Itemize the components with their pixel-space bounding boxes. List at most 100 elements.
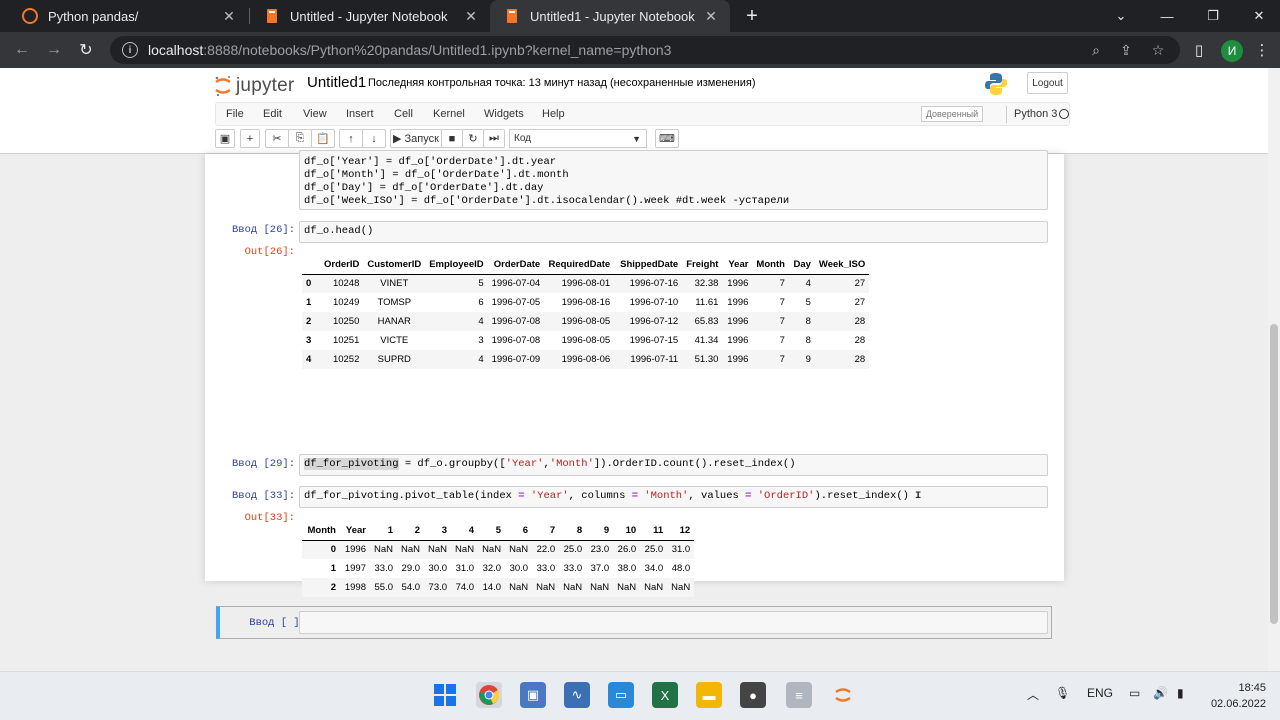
remote-desktop-icon[interactable]: ▣ [520,682,546,708]
table-cell: SUPRD [377,354,411,365]
notebook-name[interactable]: Untitled1 [307,74,366,91]
table-cell: 28 [854,354,866,365]
column-header: RequiredDate [544,255,615,275]
scrollbar-thumb[interactable] [1270,324,1278,624]
tab-python-pandas[interactable]: Python pandas/ ✕ [8,0,248,32]
menu-insert[interactable]: Insert [346,108,374,120]
insert-cell-below-icon[interactable]: + [240,129,260,148]
save-icon[interactable]: ▣ [215,129,235,148]
move-down-icon[interactable]: ↓ [362,129,386,148]
command-palette-icon[interactable]: ⌨ [655,129,679,148]
column-header: Year [722,255,753,275]
close-tab-icon[interactable]: ✕ [462,8,480,25]
close-tab-icon[interactable]: ✕ [220,8,238,25]
restore-icon[interactable]: ❐ [1190,0,1236,32]
code-cell-pivot-table[interactable]: df_for_pivoting.pivot_table(index = 'Yea… [299,486,1048,508]
restart-run-all-icon[interactable]: ⏭ [483,129,505,148]
url-path: :8888/notebooks/Python%20pandas/Untitled… [203,42,672,58]
input-prompt: Ввод [29]: [231,458,295,470]
forward-icon[interactable]: → [42,38,66,62]
menu-bar: File Edit View Insert Cell Kernel Widget… [215,102,1070,126]
table-cell: 30.0 [428,563,448,574]
jupyter-logo-icon [214,75,232,97]
code-cell-date-parts[interactable]: df_o['Year'] = df_o['OrderDate'].dt.year… [299,150,1048,210]
run-button[interactable]: ▶ Запуск [390,129,442,148]
logout-button[interactable]: Logout [1027,72,1068,94]
empty-code-input[interactable] [299,611,1048,634]
close-window-icon[interactable]: ✕ [1236,0,1280,32]
selected-cell[interactable]: Ввод [ ]: [216,606,1052,639]
menu-help[interactable]: Help [542,108,565,120]
paste-icon[interactable]: 📋 [311,129,335,148]
trusted-indicator[interactable]: Доверенный [921,106,983,122]
table-cell: 1996 [727,335,749,346]
tab-title: Python pandas/ [48,8,139,24]
menu-view[interactable]: View [303,108,327,120]
network-icon[interactable]: ▭ [1129,686,1140,700]
microphone-icon[interactable]: 🎙 [1055,686,1070,700]
menu-file[interactable]: File [226,108,244,120]
interrupt-kernel-icon[interactable]: ■ [441,129,463,148]
python-logo-icon [985,72,1007,96]
code-line: df_o['Year'] = df_o['OrderDate'].dt.year [304,156,557,168]
column-header: 8 [559,521,587,541]
bookmark-star-icon[interactable]: ☆ [1148,40,1168,60]
jupyter-logo-text: jupyter [236,75,295,96]
monitor-chart-icon[interactable]: ∿ [564,682,590,708]
column-header: 4 [451,521,479,541]
file-explorer-icon[interactable]: ▬ [696,682,722,708]
new-tab-button[interactable]: + [740,0,764,32]
windows-start-icon[interactable] [432,682,458,708]
menu-edit[interactable]: Edit [263,108,282,120]
profile-avatar[interactable]: И [1221,40,1243,62]
menu-kebab-icon[interactable]: ⋮ [1250,38,1274,62]
notepad-icon[interactable]: ≡ [786,682,812,708]
table-cell: 1997 [344,563,366,574]
cell-type-select[interactable]: Код ▼ [509,129,647,148]
table-row: 4 10252 SUPRD 4 1996-07-09 1996-08-06 1996-07-… [302,350,870,369]
minimize-icon[interactable]: — [1144,0,1190,32]
zoom-icon[interactable]: ⌕ [1086,40,1106,60]
system-clock[interactable]: 18:45 02.06.2022 [1204,680,1266,712]
input-language[interactable]: ENG [1087,686,1113,700]
table-cell: 31.0 [671,544,691,556]
cut-icon[interactable]: ✂ [265,129,289,148]
copy-icon[interactable]: ⎘ [288,129,312,148]
table-cell: 38.0 [617,563,637,574]
table-cell: 1996-07-05 [491,297,541,308]
share-icon[interactable]: ⇪ [1116,40,1136,60]
side-panel-icon[interactable]: ▯ [1187,38,1211,62]
display-icon[interactable]: ▭ [608,682,634,708]
back-icon[interactable]: ← [10,38,34,62]
table-cell: 7 [779,297,785,308]
excel-icon[interactable]: X [652,682,678,708]
table-cell: 1996-07-15 [629,335,679,346]
tab-untitled[interactable]: Untitled - Jupyter Notebook ✕ [250,0,490,32]
browser-toolbar: ← → ↻ i localhost:8888/notebooks/Python%… [0,32,1280,68]
app-icon[interactable]: ● [740,682,766,708]
site-info-icon[interactable]: i [122,42,138,58]
reload-icon[interactable]: ↻ [74,38,98,62]
menu-kernel[interactable]: Kernel [433,108,465,120]
code-cell-groupby[interactable]: df_for_pivoting = df_o.groupby(['Year','… [299,454,1048,476]
address-bar[interactable]: i localhost:8888/notebooks/Python%20pand… [110,36,1180,64]
battery-icon[interactable]: ▮ [1177,686,1184,700]
table-cell: 51.30 [694,354,719,365]
jupyter-logo[interactable]: jupyter [214,72,294,100]
chrome-icon[interactable] [476,682,502,708]
show-hidden-icons-icon[interactable]: ︿ [1027,686,1039,703]
close-tab-icon[interactable]: ✕ [702,8,720,25]
table-cell: 1996 [727,354,749,365]
code-cell-head[interactable]: df_o.head() [299,221,1048,243]
restart-kernel-icon[interactable]: ↻ [462,129,484,148]
tab-search-icon[interactable]: ⌄ [1098,0,1144,32]
tab-untitled1[interactable]: Untitled1 - Jupyter Notebook ✕ [490,0,730,32]
cell-type-value: Код [514,133,532,144]
move-up-icon[interactable]: ↑ [339,129,363,148]
column-header: Year [340,521,370,541]
page-scrollbar[interactable] [1268,68,1280,671]
volume-icon[interactable]: 🔊 [1153,686,1168,700]
menu-widgets[interactable]: Widgets [484,108,524,120]
jupyter-taskbar-icon[interactable] [830,682,856,708]
menu-cell[interactable]: Cell [394,108,413,120]
